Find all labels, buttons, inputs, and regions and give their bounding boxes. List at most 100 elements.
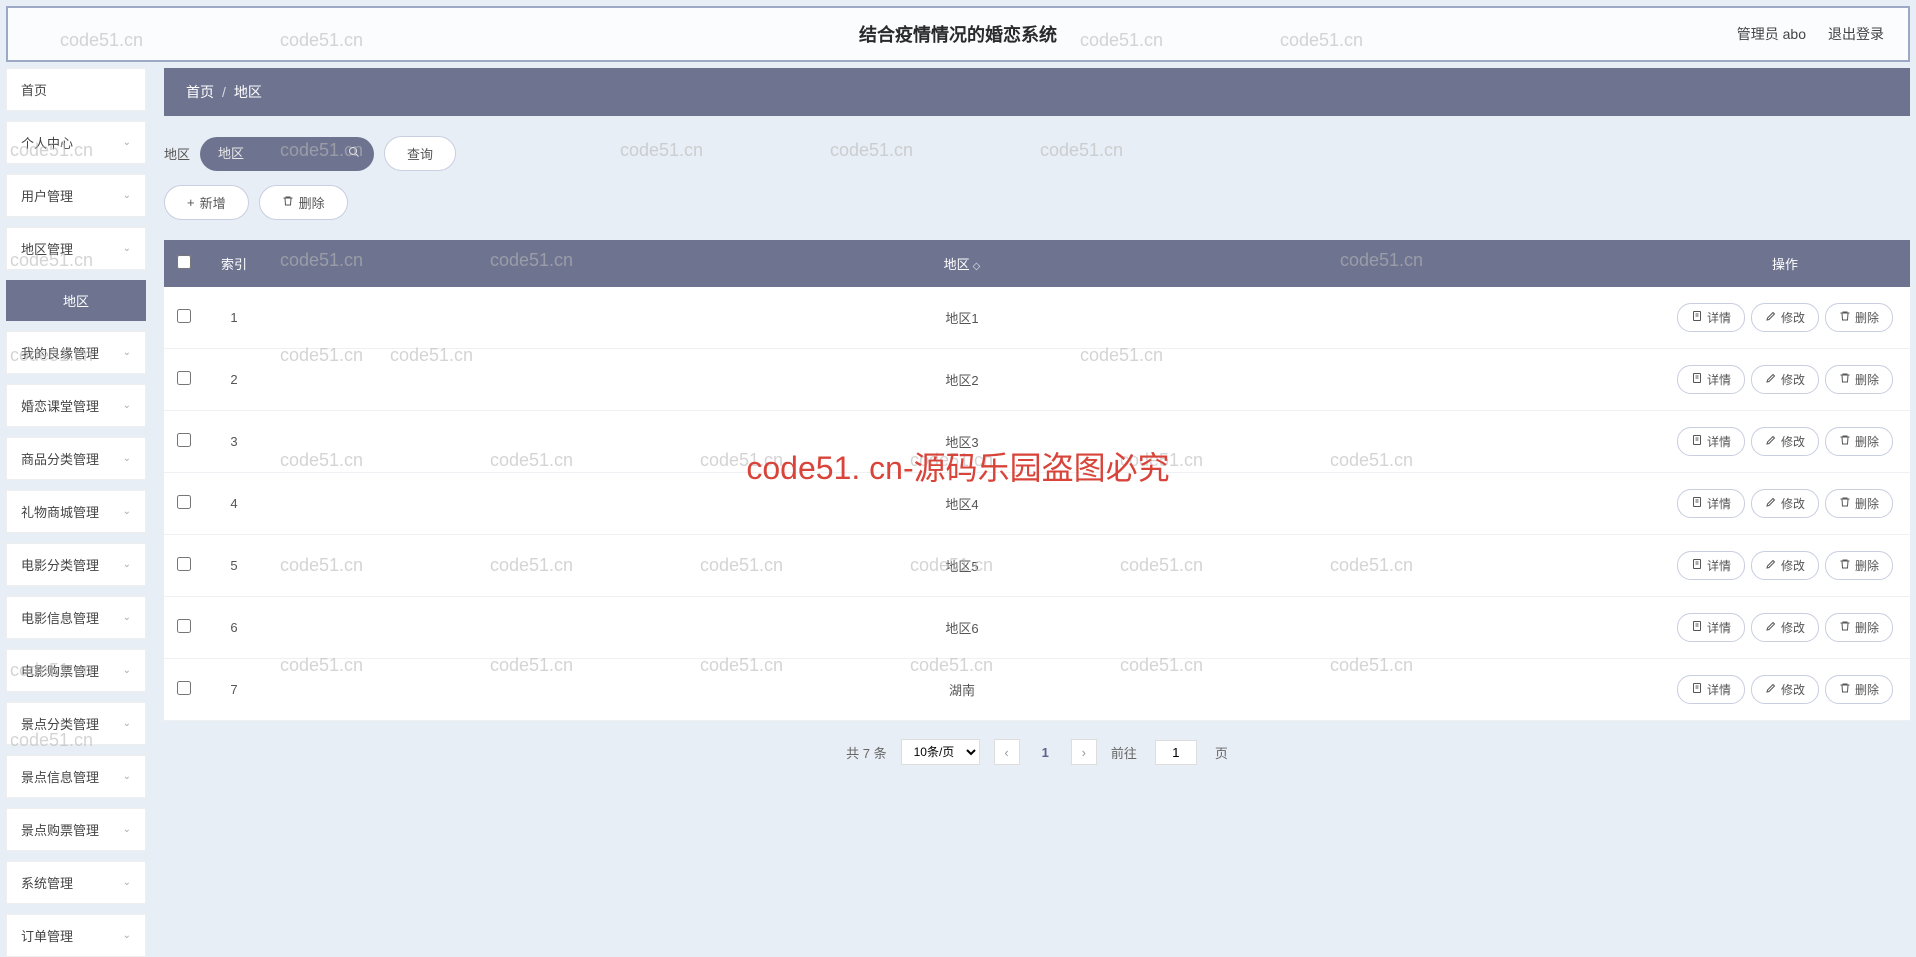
row-checkbox[interactable] xyxy=(177,371,191,385)
row-region: 地区3 xyxy=(264,411,1660,473)
edit-button[interactable]: 修改 xyxy=(1751,365,1819,394)
sidebar-item-2[interactable]: 用户管理 ⌄ xyxy=(6,174,146,217)
col-index: 索引 xyxy=(204,240,264,287)
header-bar: 结合疫情情况的婚恋系统 管理员 abo 退出登录 xyxy=(6,6,1910,62)
sidebar-item-label: 婚恋课堂管理 xyxy=(21,396,99,415)
chevron-down-icon: ⌄ xyxy=(123,824,131,835)
table-row: 5地区5详情修改删除 xyxy=(164,535,1910,597)
search-icon[interactable] xyxy=(348,146,360,161)
query-button[interactable]: 查询 xyxy=(384,136,456,171)
row-delete-button[interactable]: 删除 xyxy=(1825,489,1893,518)
trash-icon xyxy=(1839,372,1851,387)
current-page[interactable]: 1 xyxy=(1034,745,1057,760)
sidebar-item-label: 地区管理 xyxy=(21,239,73,258)
breadcrumb-home[interactable]: 首页 xyxy=(186,82,214,102)
add-button[interactable]: + 新增 xyxy=(164,185,249,220)
page-size-select[interactable]: 10条/页 xyxy=(901,739,980,765)
sidebar-item-3[interactable]: 地区管理⌄ xyxy=(6,227,146,270)
sidebar-item-11[interactable]: 电影购票管理 ⌄ xyxy=(6,649,146,692)
sidebar-item-4[interactable]: 地区 xyxy=(6,280,146,321)
edit-button[interactable]: 修改 xyxy=(1751,675,1819,704)
query-button-label: 查询 xyxy=(407,144,433,163)
sidebar-item-label: 景点分类管理 xyxy=(21,714,99,733)
sidebar-item-label: 首页 xyxy=(21,80,47,99)
document-icon xyxy=(1691,558,1703,573)
sidebar-item-label: 电影购票管理 xyxy=(21,661,99,680)
edit-icon xyxy=(1765,558,1777,573)
delete-button[interactable]: 删除 xyxy=(259,185,348,220)
chevron-down-icon: ⌄ xyxy=(123,559,131,570)
detail-button[interactable]: 详情 xyxy=(1677,551,1745,580)
main-content: 首页 / 地区 地区 查询 + 新增 xyxy=(164,68,1910,957)
chevron-down-icon: ⌄ xyxy=(123,665,131,676)
sidebar-item-5[interactable]: 我的良缘管理⌄ xyxy=(6,331,146,374)
row-checkbox[interactable] xyxy=(177,619,191,633)
sidebar-item-16[interactable]: 订单管理⌄ xyxy=(6,914,146,957)
row-delete-button[interactable]: 删除 xyxy=(1825,427,1893,456)
sidebar-item-6[interactable]: 婚恋课堂管理⌄ xyxy=(6,384,146,427)
row-checkbox[interactable] xyxy=(177,309,191,323)
sidebar-item-8[interactable]: 礼物商城管理⌄ xyxy=(6,490,146,533)
sidebar-item-label: 用户管理 xyxy=(21,186,73,205)
edit-button[interactable]: 修改 xyxy=(1751,303,1819,332)
sidebar-item-label: 景点信息管理 xyxy=(21,767,99,786)
delete-button-label: 删除 xyxy=(299,193,325,212)
select-all-checkbox[interactable] xyxy=(177,255,191,269)
sidebar-item-14[interactable]: 景点购票管理⌄ xyxy=(6,808,146,851)
sidebar-item-15[interactable]: 系统管理⌄ xyxy=(6,861,146,904)
edit-button[interactable]: 修改 xyxy=(1751,551,1819,580)
trash-icon xyxy=(1839,620,1851,635)
row-delete-button[interactable]: 删除 xyxy=(1825,675,1893,704)
chevron-down-icon: ⌄ xyxy=(123,771,131,782)
row-delete-button[interactable]: 删除 xyxy=(1825,365,1893,394)
trash-icon xyxy=(1839,434,1851,449)
add-button-label: 新增 xyxy=(200,193,226,212)
row-index: 3 xyxy=(204,411,264,473)
chevron-down-icon: ⌄ xyxy=(123,137,131,148)
detail-button[interactable]: 详情 xyxy=(1677,365,1745,394)
admin-name[interactable]: 管理员 abo xyxy=(1737,24,1806,44)
next-page-button[interactable]: › xyxy=(1071,739,1097,765)
detail-button[interactable]: 详情 xyxy=(1677,427,1745,456)
document-icon xyxy=(1691,310,1703,325)
edit-icon xyxy=(1765,620,1777,635)
sidebar-item-7[interactable]: 商品分类管理⌄ xyxy=(6,437,146,480)
row-delete-button[interactable]: 删除 xyxy=(1825,613,1893,642)
edit-button[interactable]: 修改 xyxy=(1751,489,1819,518)
table-row: 2地区2详情修改删除 xyxy=(164,349,1910,411)
row-delete-button[interactable]: 删除 xyxy=(1825,303,1893,332)
search-pill xyxy=(200,137,374,171)
trash-icon xyxy=(1839,682,1851,697)
sidebar-item-10[interactable]: 电影信息管理⌄ xyxy=(6,596,146,639)
sidebar-item-13[interactable]: 景点信息管理 ⌄ xyxy=(6,755,146,798)
sidebar-item-0[interactable]: 首页 xyxy=(6,68,146,111)
sidebar-item-label: 电影分类管理 xyxy=(21,555,99,574)
detail-button[interactable]: 详情 xyxy=(1677,675,1745,704)
col-region[interactable]: 地区◇ xyxy=(264,240,1660,287)
prev-page-button[interactable]: ‹ xyxy=(994,739,1020,765)
search-input[interactable] xyxy=(218,146,308,161)
edit-button[interactable]: 修改 xyxy=(1751,613,1819,642)
sidebar-item-1[interactable]: 个人中心⌄ xyxy=(6,121,146,164)
goto-page-input[interactable] xyxy=(1155,740,1197,765)
sidebar-item-12[interactable]: 景点分类管理⌄ xyxy=(6,702,146,745)
row-checkbox[interactable] xyxy=(177,433,191,447)
filter-row: 地区 查询 xyxy=(164,116,1910,185)
chevron-down-icon: ⌄ xyxy=(123,190,131,201)
table-row: 1地区1详情修改删除 xyxy=(164,287,1910,349)
document-icon xyxy=(1691,620,1703,635)
row-checkbox[interactable] xyxy=(177,681,191,695)
row-delete-button[interactable]: 删除 xyxy=(1825,551,1893,580)
edit-button[interactable]: 修改 xyxy=(1751,427,1819,456)
logout-link[interactable]: 退出登录 xyxy=(1828,24,1884,44)
row-checkbox[interactable] xyxy=(177,557,191,571)
sidebar-item-9[interactable]: 电影分类管理 ⌄ xyxy=(6,543,146,586)
breadcrumb: 首页 / 地区 xyxy=(164,68,1910,116)
sidebar-item-label: 商品分类管理 xyxy=(21,449,99,468)
row-region: 地区6 xyxy=(264,597,1660,659)
row-checkbox[interactable] xyxy=(177,495,191,509)
document-icon xyxy=(1691,434,1703,449)
detail-button[interactable]: 详情 xyxy=(1677,303,1745,332)
detail-button[interactable]: 详情 xyxy=(1677,489,1745,518)
detail-button[interactable]: 详情 xyxy=(1677,613,1745,642)
